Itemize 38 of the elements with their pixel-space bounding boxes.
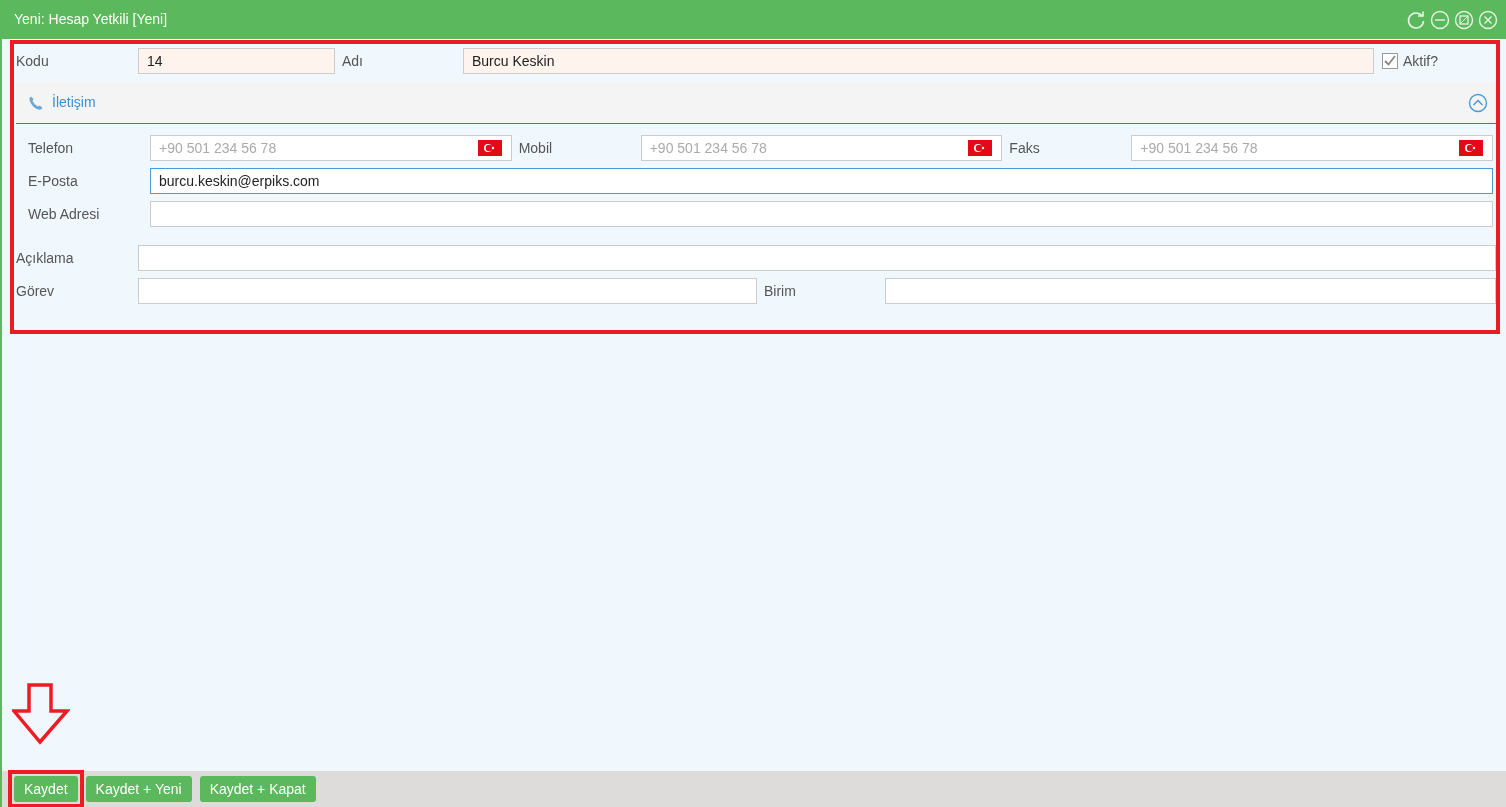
refresh-icon[interactable]: [1406, 9, 1426, 30]
role-field[interactable]: [138, 278, 757, 304]
field-label: Birim: [764, 281, 797, 301]
field-label: Görev: [16, 281, 56, 301]
save-button[interactable]: Kaydet + Yeni: [85, 776, 192, 802]
web-address-field[interactable]: [150, 201, 1493, 227]
phone-field[interactable]: +90 501 234 56 78: [150, 135, 512, 161]
arrow-annotation: [12, 683, 70, 745]
unit-field[interactable]: [885, 278, 1496, 304]
flag-icon[interactable]: [968, 140, 993, 156]
section-title: İletişim: [52, 93, 96, 112]
field-label: Adı: [342, 51, 364, 71]
field-label: Açıklama: [16, 248, 75, 268]
flag-icon[interactable]: [1459, 140, 1483, 156]
flag-icon[interactable]: [477, 140, 502, 156]
phone-field[interactable]: +90 501 234 56 78: [1131, 135, 1493, 161]
phone-field[interactable]: +90 501 234 56 78: [640, 135, 1003, 161]
field-label: Telefon: [28, 138, 75, 158]
description-field[interactable]: [138, 245, 1496, 271]
maximize-icon[interactable]: [1454, 9, 1474, 30]
section-header[interactable]: İletişim: [16, 82, 1496, 124]
collapse-icon[interactable]: [1468, 92, 1488, 113]
save-button[interactable]: Kaydet: [14, 776, 78, 802]
save-button[interactable]: Kaydet + Kapat: [199, 776, 316, 802]
minimize-icon[interactable]: [1430, 9, 1450, 30]
name-field[interactable]: Burcu Keskin: [463, 48, 1374, 74]
field-label: Web Adresi: [28, 204, 101, 224]
field-label: Kodu: [16, 51, 50, 71]
field-label: Mobil: [518, 138, 554, 158]
code-field[interactable]: 14: [138, 48, 335, 74]
close-icon[interactable]: [1478, 9, 1498, 30]
field-label: Aktif?: [1403, 51, 1438, 71]
phone-icon: [28, 94, 44, 111]
window-title: Yeni: Hesap Yetkili [Yeni]: [14, 10, 168, 29]
field-label: E-Posta: [28, 171, 79, 191]
email-field[interactable]: burcu.keskin@erpiks.com: [150, 168, 1493, 194]
active-checkbox[interactable]: [1382, 53, 1398, 69]
field-label: Faks: [1009, 138, 1041, 158]
